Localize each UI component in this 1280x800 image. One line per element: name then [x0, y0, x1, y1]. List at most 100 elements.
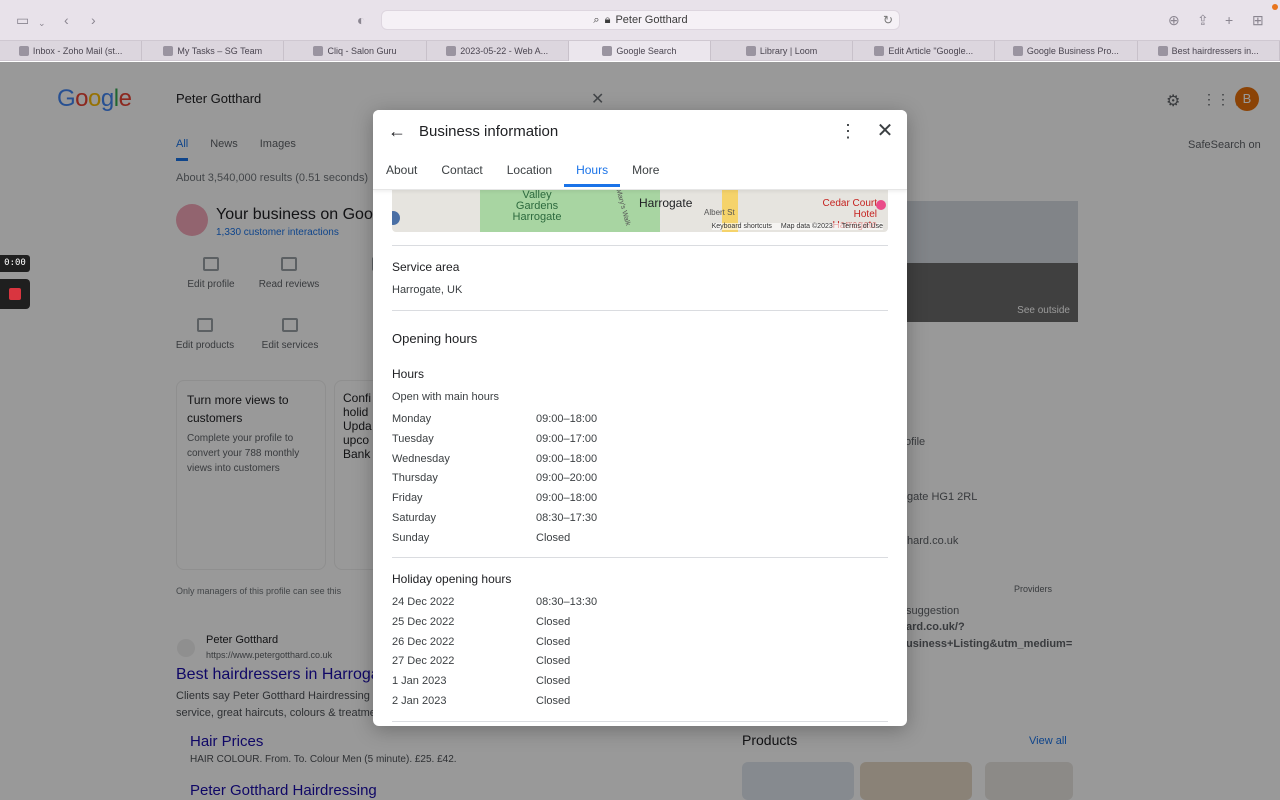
map-control[interactable] [392, 211, 400, 225]
notification-dot [1272, 4, 1278, 10]
hours-day: Wednesday [392, 452, 450, 465]
tab-favicon-icon [446, 46, 457, 56]
chevron-down-icon[interactable]: ⌄ [38, 14, 46, 32]
divider [392, 245, 888, 246]
hours-title: Hours [392, 367, 425, 381]
browser-tab[interactable]: Cliq - Salon Guru [284, 41, 427, 61]
browser-tab[interactable]: Google Search [568, 41, 711, 61]
tab-favicon-icon [874, 46, 885, 56]
share-icon[interactable]: ⇪ [1197, 11, 1209, 29]
tab-overview-icon[interactable]: ⊞ [1252, 11, 1264, 29]
map-town-label: Harrogate [639, 196, 693, 210]
hours-time: Closed [536, 615, 571, 628]
address-bar[interactable]: ⌕ 🔒︎ Peter Gotthard ↻ [381, 10, 900, 30]
tab-location[interactable]: Location [495, 163, 564, 187]
back-arrow-icon[interactable]: ← [386, 120, 408, 142]
divider [392, 557, 888, 558]
privacy-icon[interactable]: ◐ [357, 11, 365, 29]
hours-time: Closed [536, 655, 571, 668]
tab-favicon-icon [163, 46, 174, 56]
hours-time: Closed [536, 675, 571, 688]
stop-icon [9, 288, 21, 300]
browser-tab[interactable]: My Tasks – SG Team [142, 41, 285, 61]
new-tab-icon[interactable]: + [1225, 11, 1233, 29]
hours-row: 24 Dec 2022 08:30–13:30 [392, 596, 692, 612]
forward-nav-icon[interactable]: › [91, 11, 96, 29]
hours-day: Friday [392, 492, 423, 505]
opening-hours-title: Opening hours [392, 331, 478, 346]
browser-tab-label: Library | Loom [759, 46, 818, 56]
browser-tab-label: Cliq - Salon Guru [327, 46, 397, 56]
map-pin-icon[interactable] [876, 200, 886, 210]
browser-tab[interactable]: Library | Loom [711, 41, 854, 61]
tab-more[interactable]: More [620, 163, 671, 187]
tab-bar: Inbox - Zoho Mail (st... My Tasks – SG Te… [0, 40, 1280, 61]
dialog-title: Business information [419, 123, 559, 140]
hours-time: 09:00–18:00 [536, 413, 598, 425]
tab-favicon-icon [602, 46, 613, 56]
browser-tab[interactable]: Best hairdressers in... [1138, 41, 1280, 61]
hours-day: 2 Jan 2023 [392, 695, 447, 707]
tab-hours[interactable]: Hours [564, 163, 621, 187]
recording-timer: 0:00 [0, 255, 30, 272]
hours-row: 2 Jan 2023 Closed [392, 695, 692, 711]
browser-tab-label: Google Search [616, 46, 677, 56]
hours-day: 27 Dec 2022 [392, 655, 455, 668]
browser-tab-label: Best hairdressers in... [1171, 46, 1259, 56]
hours-time: Closed [536, 695, 571, 707]
dialog-body[interactable]: Valley Gardens Harrogate Mary's Walk Har… [373, 187, 907, 726]
divider [392, 721, 888, 722]
service-area-title: Service area [392, 260, 460, 274]
business-information-dialog: ← Business information ⋮ ✕ About Contact L… [373, 110, 907, 726]
browser-tab[interactable]: Google Business Pro... [995, 41, 1138, 61]
back-nav-icon[interactable]: ‹ [64, 11, 69, 29]
hours-status: Open with main hours [392, 391, 499, 403]
hours-day: Sunday [392, 531, 430, 544]
hours-time: 09:00–18:00 [536, 492, 598, 505]
hours-row: Thursday 09:00–20:00 [392, 472, 692, 488]
location-map[interactable]: Valley Gardens Harrogate Mary's Walk Har… [392, 187, 888, 232]
hours-day: 26 Dec 2022 [392, 635, 455, 648]
browser-tab[interactable]: 2023-05-22 - Web A... [427, 41, 569, 61]
browser-tab-label: Edit Article "Google... [888, 46, 974, 56]
reload-icon[interactable]: ↻ [883, 13, 893, 27]
hours-row: 26 Dec 2022 Closed [392, 636, 692, 652]
browser-tab[interactable]: Edit Article "Google... [853, 41, 996, 61]
hours-day: Tuesday [392, 432, 434, 445]
hours-day: 24 Dec 2022 [392, 596, 455, 608]
sidebar-toggle-icon[interactable]: ▭ [16, 11, 29, 29]
map-attribution: Keyboard shortcuts Map data ©2023 Terms … [711, 223, 883, 230]
tab-about[interactable]: About [386, 163, 429, 187]
hours-row: Friday 09:00–18:00 [392, 492, 692, 508]
hours-time: 08:30–17:30 [536, 512, 598, 524]
hours-time: Closed [536, 531, 571, 544]
dialog-tabs: About Contact Location Hours More [386, 163, 671, 187]
map-park-label: Valley Gardens Harrogate [512, 189, 562, 223]
hours-day: Saturday [392, 512, 437, 524]
hours-time: 09:00–18:00 [536, 452, 598, 465]
hours-row: 27 Dec 2022 Closed [392, 655, 692, 671]
hours-time: 09:00–20:00 [536, 472, 598, 485]
search-icon: ⌕ [593, 13, 600, 26]
keyboard-shortcuts-link[interactable]: Keyboard shortcuts [712, 223, 772, 230]
download-icon[interactable]: ⊕ [1168, 11, 1180, 29]
close-icon[interactable]: ✕ [875, 120, 895, 142]
map-street-label: Albert St [704, 208, 735, 217]
browser-tab[interactable]: Inbox - Zoho Mail (st... [0, 41, 143, 61]
holiday-hours-title: Holiday opening hours [392, 572, 512, 586]
hours-row: 1 Jan 2023 Closed [392, 675, 692, 691]
divider [392, 310, 888, 311]
hours-time: 09:00–17:00 [536, 432, 598, 445]
tab-favicon-icon [313, 46, 324, 56]
tab-contact[interactable]: Contact [429, 163, 494, 187]
stop-recording-button[interactable] [0, 279, 30, 309]
hours-time: 08:30–13:30 [536, 596, 598, 608]
browser-tab-label: My Tasks – SG Team [177, 46, 263, 56]
dialog-header: ← Business information ⋮ ✕ About Contact L… [373, 110, 907, 190]
more-options-icon[interactable]: ⋮ [839, 121, 857, 141]
hours-day: Thursday [392, 472, 438, 485]
terms-link[interactable]: Terms of Use [842, 223, 883, 230]
hours-row: Monday 09:00–18:00 [392, 413, 692, 429]
hours-day: Monday [392, 413, 432, 425]
hours-day: 1 Jan 2023 [392, 675, 447, 688]
